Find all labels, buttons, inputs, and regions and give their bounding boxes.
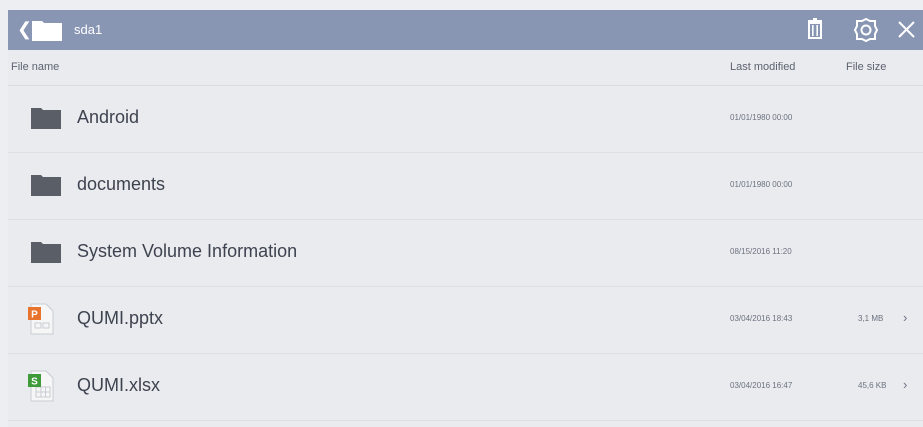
file-size: 3,1 MB bbox=[858, 314, 884, 323]
file-row-android[interactable]: Android 01/01/1980 00:00 bbox=[8, 86, 923, 153]
close-button[interactable] bbox=[886, 10, 923, 50]
file-name: System Volume Information bbox=[77, 241, 298, 261]
chevron-right-icon[interactable]: › bbox=[903, 377, 907, 392]
svg-text:P: P bbox=[31, 310, 38, 321]
settings-button[interactable] bbox=[846, 10, 886, 50]
file-row-system-volume-information[interactable]: System Volume Information 08/15/2016 11:… bbox=[8, 220, 923, 287]
pptx-file-icon: P bbox=[28, 303, 54, 335]
title-bar: ❮ sda1 bbox=[8, 10, 923, 50]
column-header: File name Last modified File size bbox=[8, 50, 923, 86]
folder-icon bbox=[32, 21, 62, 41]
xlsx-file-icon: S bbox=[28, 370, 54, 402]
column-file-name[interactable]: File name bbox=[11, 61, 59, 73]
column-last-modified[interactable]: Last modified bbox=[730, 61, 795, 73]
column-file-size[interactable]: File size bbox=[846, 61, 886, 73]
file-name: QUMI.pptx bbox=[77, 308, 164, 328]
folder-icon bbox=[31, 108, 61, 129]
file-size: 45,6 KB bbox=[858, 381, 887, 390]
file-name: documents bbox=[77, 174, 166, 194]
file-modified: 01/01/1980 00:00 bbox=[730, 113, 793, 122]
file-browser: ❮ sda1 File name Last modified File size… bbox=[8, 10, 923, 427]
settings-icon bbox=[853, 17, 879, 43]
file-row-documents[interactable]: documents 01/01/1980 00:00 bbox=[8, 153, 923, 220]
file-name: Android bbox=[77, 107, 140, 127]
folder-icon bbox=[31, 175, 61, 196]
folder-icon bbox=[31, 242, 61, 263]
file-name: QUMI.xlsx bbox=[77, 375, 160, 395]
delete-button[interactable] bbox=[795, 10, 835, 50]
chevron-left-icon: ❮ bbox=[17, 19, 33, 39]
file-modified: 01/01/1980 00:00 bbox=[730, 180, 793, 189]
file-row-qumi-pptx[interactable]: P QUMI.pptx 03/04/2016 18:43 3,1 MB › bbox=[8, 287, 923, 354]
file-modified: 08/15/2016 11:20 bbox=[730, 247, 792, 256]
chevron-right-icon[interactable]: › bbox=[903, 310, 907, 325]
trash-icon bbox=[808, 18, 822, 39]
file-modified: 03/04/2016 18:43 bbox=[730, 314, 793, 323]
current-folder-title: sda1 bbox=[74, 22, 103, 37]
file-row-qumi-xlsx[interactable]: S QUMI.xlsx 03/04/2016 16:47 45,6 KB › bbox=[8, 354, 923, 421]
file-modified: 03/04/2016 16:47 bbox=[730, 381, 793, 390]
svg-text:S: S bbox=[31, 377, 38, 388]
back-button[interactable]: ❮ bbox=[8, 10, 76, 50]
close-icon bbox=[898, 21, 915, 38]
